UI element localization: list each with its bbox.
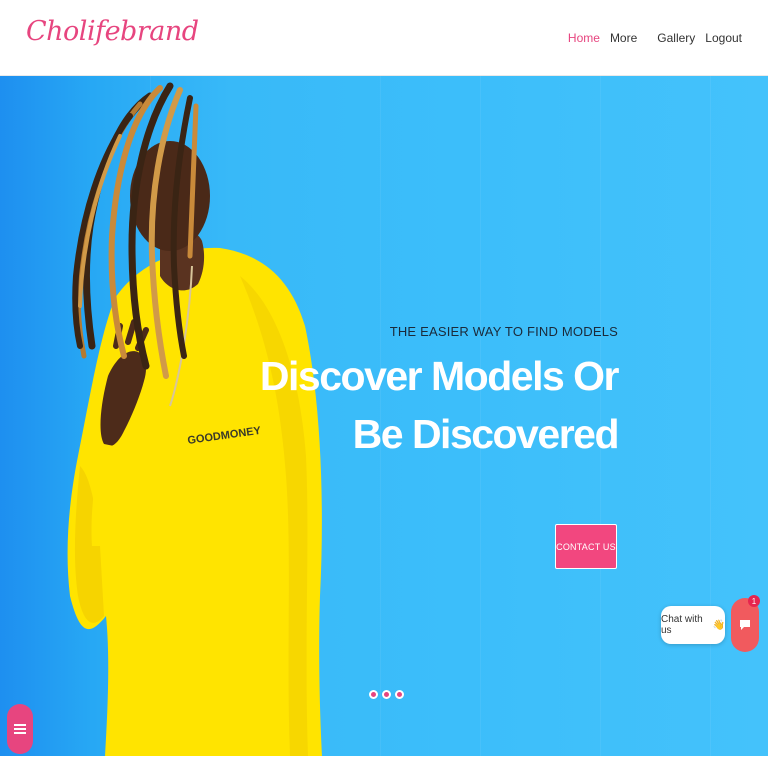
wave-hand-icon: 👋 — [712, 619, 725, 631]
slider-dot-3[interactable] — [395, 690, 404, 699]
hero-headline: Discover Models Or Be Discovered — [259, 347, 620, 463]
hero-slider: GOODMONEY THE EASIER WAY TO FIND MODELS … — [0, 76, 768, 756]
hero-bg-stripe — [710, 76, 711, 756]
chat-with-us-label[interactable]: Chat with us 👋 — [661, 606, 725, 644]
site-header: Cholifebrand Home More Gallery Logout — [0, 0, 768, 76]
nav-more-link[interactable]: More — [610, 31, 637, 45]
chat-label-text: Chat with us — [661, 614, 703, 636]
slider-pagination — [369, 690, 404, 699]
slider-dot-2[interactable] — [382, 690, 391, 699]
page: Cholifebrand Home More Gallery Logout GO… — [0, 0, 768, 768]
chat-unread-badge: 1 — [748, 595, 760, 607]
nav-gallery-link[interactable]: Gallery — [657, 31, 695, 45]
page-bottom-strip — [0, 756, 768, 768]
nav-home-link[interactable]: Home — [568, 31, 600, 45]
floating-menu-button[interactable] — [7, 704, 33, 754]
hero-subtitle: THE EASIER WAY TO FIND MODELS — [389, 324, 618, 339]
chat-bubble-icon — [740, 620, 750, 630]
slider-dot-1[interactable] — [369, 690, 378, 699]
hero-text-block: THE EASIER WAY TO FIND MODELS Discover M… — [259, 324, 620, 463]
contact-us-button[interactable]: CONTACT US — [555, 524, 617, 569]
main-nav: Home More Gallery Logout — [568, 31, 742, 45]
nav-logout-link[interactable]: Logout — [705, 31, 742, 45]
brand-logo[interactable]: Cholifebrand — [26, 16, 199, 47]
hero-headline-line-1: Discover Models Or — [259, 353, 620, 399]
hamburger-menu-icon — [14, 724, 26, 734]
hero-headline-line-2: Be Discovered — [352, 411, 620, 457]
